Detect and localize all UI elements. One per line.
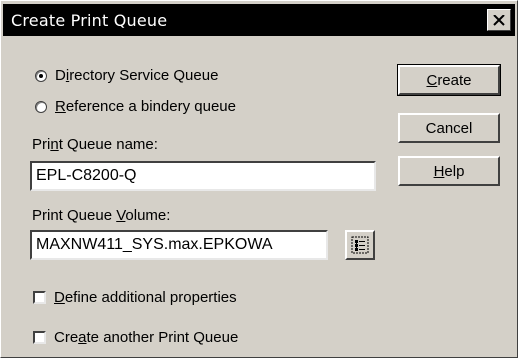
help-button-label: Help	[433, 162, 465, 180]
radio-indicator-checked	[35, 69, 47, 82]
window-title: Create Print Queue	[11, 11, 168, 30]
create-button[interactable]: Create	[397, 64, 501, 96]
print-queue-name-input[interactable]: EPL-C8200-Q	[30, 161, 376, 191]
tree-browse-icon	[351, 236, 369, 254]
help-button[interactable]: Help	[398, 156, 500, 186]
close-icon	[493, 14, 505, 26]
print-queue-volume-input[interactable]: MAXNW411_SYS.max.EPKOWA	[30, 230, 328, 260]
create-another-queue-label: Create another Print Queue	[54, 329, 239, 346]
directory-service-queue-radio[interactable]: Directory Service Queue	[35, 67, 218, 84]
print-queue-name-label: Print Queue name:	[32, 136, 158, 153]
title-bar[interactable]: Create Print Queue	[3, 4, 515, 36]
browse-volume-button[interactable]	[345, 230, 375, 260]
reference-bindery-queue-radio[interactable]: Reference a bindery queue	[35, 98, 236, 115]
close-button[interactable]	[487, 9, 511, 31]
create-another-queue-checkbox[interactable]: Create another Print Queue	[33, 329, 238, 346]
define-additional-properties-checkbox[interactable]: Define additional properties	[33, 289, 237, 306]
directory-service-queue-label: Directory Service Queue	[55, 67, 219, 84]
print-queue-volume-label: Print Queue Volume:	[32, 207, 171, 224]
create-button-label: Create	[426, 71, 472, 89]
define-additional-properties-label: Define additional properties	[54, 289, 237, 306]
cancel-button[interactable]: Cancel	[398, 113, 500, 143]
checkbox-indicator	[33, 331, 46, 344]
create-print-queue-dialog: Create Print Queue Directory Service Que…	[0, 0, 518, 358]
reference-bindery-queue-label: Reference a bindery queue	[55, 98, 236, 115]
cancel-button-label: Cancel	[425, 119, 473, 137]
checkbox-indicator	[33, 291, 46, 304]
radio-indicator	[35, 100, 47, 113]
